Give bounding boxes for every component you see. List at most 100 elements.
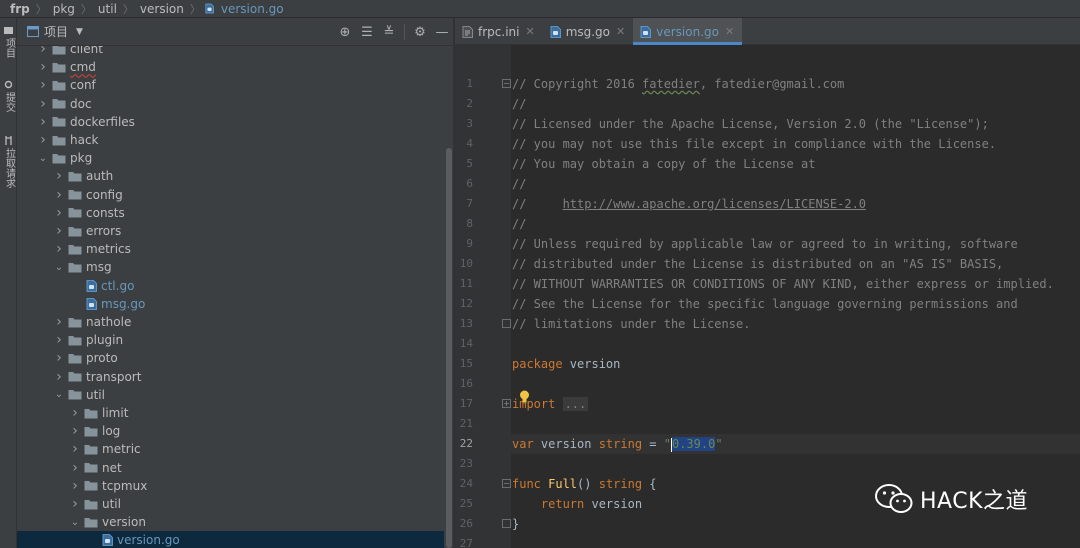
chevron-right-icon[interactable]: ›	[69, 441, 81, 457]
chevron-right-icon[interactable]: ›	[53, 187, 65, 203]
tree-item-label: consts	[86, 205, 125, 220]
fold-collapse-icon[interactable]	[502, 519, 511, 528]
chevron-down-icon[interactable]: ⌄	[53, 389, 65, 400]
chevron-down-icon[interactable]: ⌄	[53, 262, 65, 273]
lightbulb-icon[interactable]	[519, 390, 530, 404]
tree-item-label: cmd	[70, 60, 96, 75]
target-icon[interactable]: ⊕	[334, 21, 356, 43]
line-number: 9	[466, 237, 473, 250]
pull-request-icon	[4, 136, 13, 145]
folder-item[interactable]: ⌄ pkg	[17, 149, 445, 167]
chevron-right-icon[interactable]: ›	[53, 223, 65, 239]
line-number: 26	[459, 517, 473, 530]
chevron-right-icon[interactable]: ›	[53, 241, 65, 257]
file-item[interactable]: ctl.go	[17, 277, 445, 295]
project-panel-title[interactable]: 项目	[44, 23, 68, 40]
code-token: ...	[562, 397, 589, 411]
folder-item[interactable]: › limit	[17, 404, 445, 422]
chevron-right-icon[interactable]: ›	[53, 205, 65, 221]
folder-icon	[52, 80, 66, 91]
chevron-right-icon[interactable]: ›	[53, 168, 65, 184]
tool-tab-2[interactable]: 拉取请求	[0, 136, 17, 188]
breadcrumb-item[interactable]: frp	[6, 2, 34, 16]
folder-item[interactable]: ⌄ msg	[17, 258, 445, 276]
code-area[interactable]: // Copyright 2016 fatedier, fatedier@gma…	[511, 45, 1080, 548]
folder-item[interactable]: › conf	[17, 76, 445, 94]
folder-item[interactable]: › errors	[17, 222, 445, 240]
close-icon[interactable]: ✕	[525, 25, 534, 38]
tool-tab-0[interactable]: 项目	[0, 26, 17, 58]
folder-item[interactable]: ⌄ util	[17, 386, 445, 404]
folder-item[interactable]: › tcpmux	[17, 477, 445, 495]
gear-icon[interactable]: ⚙	[409, 21, 431, 43]
chevron-right-icon[interactable]: ›	[69, 496, 81, 512]
fold-expand-icon[interactable]: +	[502, 399, 511, 408]
minimize-icon[interactable]: —	[431, 21, 453, 43]
folder-item[interactable]: › util	[17, 495, 445, 513]
folder-item[interactable]: › hack	[17, 131, 445, 149]
chevron-right-icon[interactable]: ›	[37, 59, 49, 75]
folder-item[interactable]: › dockerfiles	[17, 113, 445, 131]
file-item[interactable]: version.go	[17, 531, 445, 548]
folder-item[interactable]: ⌄ version	[17, 513, 445, 531]
chevron-right-icon[interactable]: ›	[37, 96, 49, 112]
folder-item[interactable]: › proto	[17, 349, 445, 367]
breadcrumb-item[interactable]: pkg	[49, 2, 79, 16]
folder-icon	[68, 207, 82, 218]
breadcrumb-item[interactable]: util	[94, 2, 121, 16]
tree-item-label: msg	[86, 260, 112, 275]
chevron-right-icon[interactable]: ›	[37, 46, 49, 57]
chevron-right-icon[interactable]: ›	[69, 460, 81, 476]
chevron-right-icon[interactable]: ›	[69, 423, 81, 439]
folder-item[interactable]: › cmd	[17, 58, 445, 76]
project-tree-scrollbar[interactable]	[444, 46, 453, 548]
folder-item[interactable]: › client	[17, 46, 445, 58]
tool-tab-1[interactable]: 提交	[0, 80, 17, 112]
folder-item[interactable]: › nathole	[17, 313, 445, 331]
code-line: return version	[512, 494, 642, 514]
tab-frpc-ini[interactable]: frpc.ini ✕	[455, 18, 543, 45]
code-editor[interactable]: frpc.ini ✕ msg.go ✕ version.go ✕ 1−2 3 4 5 6 7 8 9 10…	[455, 18, 1080, 548]
tree-item-label: hack	[70, 133, 99, 147]
folder-item[interactable]: › config	[17, 186, 445, 204]
tab-msg-go[interactable]: msg.go ✕	[543, 18, 634, 45]
chevron-right-icon[interactable]: ›	[37, 132, 49, 148]
code-token: version	[540, 437, 599, 451]
fold-collapse-icon[interactable]: −	[502, 79, 511, 88]
close-icon[interactable]: ✕	[725, 25, 734, 38]
folder-item[interactable]: › metrics	[17, 240, 445, 258]
scrollbar-thumb[interactable]	[446, 148, 452, 548]
folder-icon	[68, 262, 82, 273]
close-icon[interactable]: ✕	[616, 25, 625, 38]
folder-item[interactable]: › net	[17, 459, 445, 477]
watermark-text: HACK之道	[920, 489, 1028, 514]
folder-item[interactable]: › transport	[17, 368, 445, 386]
chevron-right-icon[interactable]: ›	[53, 350, 65, 366]
breadcrumb-item[interactable]: version	[136, 2, 188, 16]
chevron-right-icon[interactable]: ›	[53, 332, 65, 348]
collapse-all-icon[interactable]: ≚	[378, 21, 400, 43]
chevron-right-icon[interactable]: ›	[69, 405, 81, 421]
chevron-right-icon[interactable]: ›	[53, 314, 65, 330]
chevron-right-icon[interactable]: ›	[37, 77, 49, 93]
folder-item[interactable]: › doc	[17, 95, 445, 113]
folder-item[interactable]: › auth	[17, 167, 445, 185]
folder-item[interactable]: › consts	[17, 204, 445, 222]
tab-version-go[interactable]: version.go ✕	[633, 18, 743, 45]
chevron-down-icon[interactable]: ▼	[76, 27, 83, 37]
folder-item[interactable]: › metric	[17, 440, 445, 458]
chevron-down-icon[interactable]: ⌄	[37, 153, 49, 164]
chevron-down-icon[interactable]: ⌄	[69, 517, 81, 528]
breadcrumb-item[interactable]: version.go	[217, 2, 288, 16]
ini-file-icon	[462, 25, 473, 38]
folder-item[interactable]: › log	[17, 422, 445, 440]
chevron-right-icon[interactable]: ›	[53, 369, 65, 385]
fold-collapse-icon[interactable]	[502, 319, 511, 328]
file-item[interactable]: msg.go	[17, 295, 445, 313]
chevron-right-icon[interactable]: ›	[37, 114, 49, 130]
fold-collapse-icon[interactable]: −	[502, 479, 511, 488]
code-line: // See the License for the specific lang…	[512, 294, 1018, 314]
chevron-right-icon[interactable]: ›	[69, 478, 81, 494]
folder-item[interactable]: › plugin	[17, 331, 445, 349]
expand-all-icon[interactable]: ☰	[356, 21, 378, 43]
